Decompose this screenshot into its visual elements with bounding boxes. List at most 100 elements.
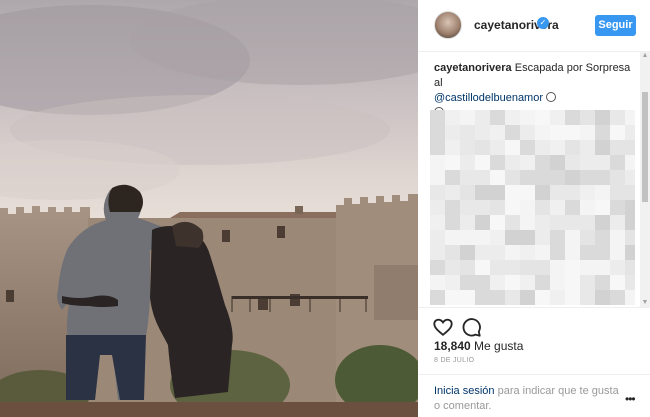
pixel-block bbox=[445, 260, 460, 275]
pixel-block bbox=[595, 170, 610, 185]
pixel-block bbox=[565, 110, 580, 125]
pixel-block bbox=[535, 140, 550, 155]
pixel-block bbox=[595, 110, 610, 125]
pixel-block bbox=[430, 125, 445, 140]
pixel-block bbox=[445, 215, 460, 230]
pixelated-comments bbox=[430, 110, 635, 305]
login-link[interactable]: Inicia sesión bbox=[434, 385, 495, 397]
pixel-block bbox=[550, 245, 565, 260]
heart-icon[interactable] bbox=[432, 316, 454, 338]
pixel-block bbox=[430, 230, 445, 245]
pixel-block bbox=[520, 245, 535, 260]
verified-badge-icon: ✓ bbox=[537, 17, 549, 29]
pixel-block bbox=[610, 230, 625, 245]
pixel-block bbox=[505, 200, 520, 215]
pixel-block bbox=[550, 230, 565, 245]
pixel-block bbox=[505, 260, 520, 275]
likes-count[interactable]: 18,840 Me gusta bbox=[434, 339, 523, 353]
pixel-block bbox=[595, 245, 610, 260]
pixel-block bbox=[505, 275, 520, 290]
scroll-down-arrow-icon[interactable]: ▼ bbox=[641, 299, 649, 307]
scroll-up-arrow-icon[interactable]: ▲ bbox=[641, 52, 649, 60]
pixel-block bbox=[580, 275, 595, 290]
scroll-thumb[interactable] bbox=[642, 92, 648, 202]
pixel-block bbox=[550, 290, 565, 305]
pixel-block bbox=[625, 245, 635, 260]
pixel-block bbox=[505, 290, 520, 305]
pixel-block bbox=[520, 290, 535, 305]
pixel-block bbox=[490, 140, 505, 155]
pixel-block bbox=[490, 215, 505, 230]
pixel-block bbox=[460, 275, 475, 290]
post-date[interactable]: 8 DE JULIO bbox=[434, 357, 474, 364]
comments-scrollbar[interactable]: ▲ ▼ bbox=[640, 52, 650, 307]
pixel-block bbox=[550, 200, 565, 215]
pixel-block bbox=[595, 275, 610, 290]
pixel-block bbox=[535, 215, 550, 230]
pixel-block bbox=[565, 260, 580, 275]
pixel-block bbox=[490, 170, 505, 185]
pixel-block bbox=[460, 290, 475, 305]
pixel-block bbox=[625, 140, 635, 155]
pixel-block bbox=[445, 155, 460, 170]
pixel-block bbox=[565, 290, 580, 305]
pixel-block bbox=[535, 170, 550, 185]
pixel-block bbox=[595, 140, 610, 155]
pixel-block bbox=[505, 230, 520, 245]
post-actions: 18,840 Me gusta 8 DE JULIO Inicia sesión… bbox=[418, 307, 650, 417]
pixel-block bbox=[490, 185, 505, 200]
pixel-block bbox=[475, 140, 490, 155]
pixel-block bbox=[535, 155, 550, 170]
pixel-block bbox=[520, 185, 535, 200]
pixel-block bbox=[535, 125, 550, 140]
pixel-block bbox=[505, 140, 520, 155]
follow-button[interactable]: Seguir bbox=[595, 15, 636, 36]
pixel-block bbox=[460, 185, 475, 200]
caption-username[interactable]: cayetanorivera bbox=[434, 62, 512, 74]
pixel-block bbox=[475, 200, 490, 215]
post-header: cayetanorivera ✓ Seguir bbox=[418, 0, 650, 52]
pixel-block bbox=[580, 170, 595, 185]
pixel-block bbox=[610, 185, 625, 200]
pixel-block bbox=[520, 125, 535, 140]
caption-mention-link[interactable]: @castillodelbuenamor bbox=[434, 92, 543, 104]
pixel-block bbox=[550, 125, 565, 140]
pixel-block bbox=[460, 230, 475, 245]
pixel-block bbox=[460, 200, 475, 215]
pixel-block bbox=[445, 110, 460, 125]
pixel-block bbox=[520, 110, 535, 125]
pixel-block bbox=[460, 155, 475, 170]
comment-bubble-icon[interactable] bbox=[460, 316, 482, 338]
pixel-block bbox=[520, 155, 535, 170]
pixel-block bbox=[430, 170, 445, 185]
pixel-block bbox=[610, 125, 625, 140]
pixel-block bbox=[625, 110, 635, 125]
pixel-block bbox=[625, 260, 635, 275]
pixel-block bbox=[475, 275, 490, 290]
pixel-block bbox=[460, 245, 475, 260]
pixel-block bbox=[550, 155, 565, 170]
pixel-block bbox=[625, 155, 635, 170]
more-options-icon[interactable]: ••• bbox=[625, 392, 636, 406]
post-side-panel: cayetanorivera ✓ Seguir cayetanorivera E… bbox=[418, 0, 650, 417]
pixel-block bbox=[550, 140, 565, 155]
pixel-block bbox=[610, 290, 625, 305]
pixel-block bbox=[490, 275, 505, 290]
pixel-block bbox=[490, 230, 505, 245]
pixel-block bbox=[475, 245, 490, 260]
pixel-block bbox=[520, 260, 535, 275]
pixel-block bbox=[460, 170, 475, 185]
pixel-block bbox=[565, 200, 580, 215]
avatar[interactable] bbox=[434, 11, 462, 39]
pixel-block bbox=[430, 275, 445, 290]
pixel-block bbox=[625, 275, 635, 290]
pixel-block bbox=[595, 260, 610, 275]
pixel-block bbox=[565, 125, 580, 140]
pixel-block bbox=[475, 125, 490, 140]
login-prompt: Inicia sesión para indicar que te gusta … bbox=[418, 374, 650, 417]
pixel-block bbox=[580, 200, 595, 215]
pixel-block bbox=[595, 200, 610, 215]
pixel-block bbox=[430, 155, 445, 170]
comment-bubble-icon-glyph bbox=[462, 318, 481, 337]
pixel-block bbox=[550, 185, 565, 200]
